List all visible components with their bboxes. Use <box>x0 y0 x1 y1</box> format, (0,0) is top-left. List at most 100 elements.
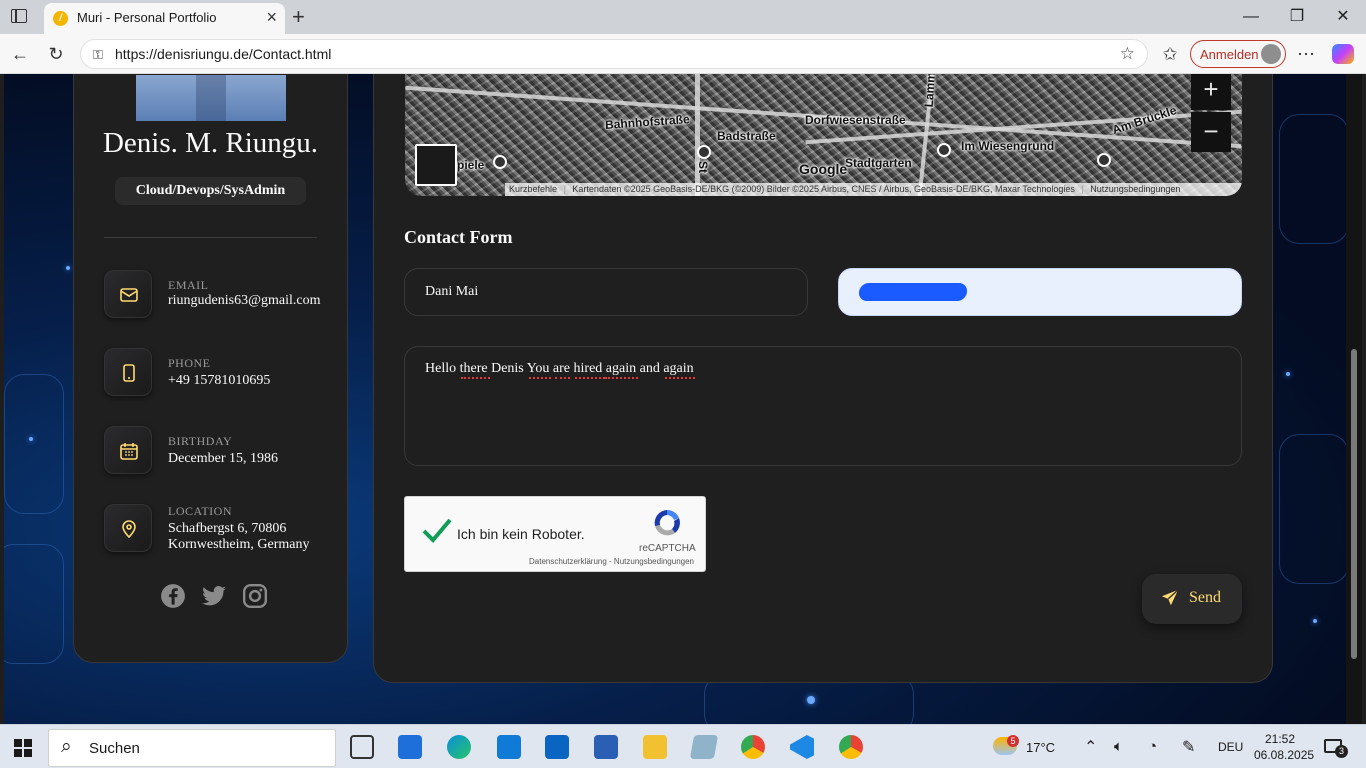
speaker-icon[interactable]: 🔈︎ <box>1114 738 1123 755</box>
background-dot <box>29 437 33 441</box>
favorite-star-icon[interactable]: ☆ <box>1120 44 1135 64</box>
copilot-icon[interactable] <box>1332 44 1354 64</box>
paper-plane-icon <box>1161 589 1179 606</box>
back-button[interactable]: ← <box>8 42 32 66</box>
url-input[interactable]: ⚿ https://denisriungu.de/Contact.html ☆ <box>80 39 1148 69</box>
map-terms-link[interactable]: Nutzungsbedingungen <box>1090 184 1180 194</box>
name-field[interactable]: Dani Mai <box>404 268 808 316</box>
map-type-thumbnail[interactable] <box>415 144 457 186</box>
new-tab-button[interactable]: + <box>292 4 305 30</box>
scrollbar-thumb[interactable] <box>1351 349 1357 659</box>
minimize-button[interactable]: — <box>1228 5 1274 29</box>
recaptcha-brand: reCAPTCHA <box>639 543 696 554</box>
map-attribution-bar: Kurzbefehle | Kartendaten ©2025 GeoBasis… <box>505 183 1242 196</box>
map-pin-icon[interactable] <box>697 145 711 159</box>
map-shortcuts-link[interactable]: Kurzbefehle <box>509 184 557 194</box>
map-pin-icon[interactable] <box>493 155 507 169</box>
google-map[interactable]: Bahnhofstraße Badstraße Dorfwiesenstraße… <box>405 74 1242 196</box>
phone-icon <box>104 348 152 396</box>
wifi-icon[interactable]: ◔ <box>1148 738 1157 755</box>
checkmark-icon[interactable] <box>421 517 453 543</box>
instagram-icon[interactable] <box>242 583 268 609</box>
profile-role-badge: Cloud/Devops/SysAdmin <box>115 177 306 205</box>
profile-name: Denis. M. Riungu. <box>102 127 319 159</box>
map-pin-icon[interactable] <box>937 143 951 157</box>
chevron-up-icon[interactable]: ⌃ <box>1084 737 1097 757</box>
chrome-profile-icon[interactable] <box>741 735 765 759</box>
task-view-icon[interactable] <box>350 735 374 759</box>
notification-count: 3 <box>1335 745 1348 758</box>
email-link[interactable]: riungudenis63@gmail.com <box>168 293 320 309</box>
recaptcha-logo-icon <box>654 510 680 536</box>
map-label: piele <box>457 158 485 172</box>
calendar-icon <box>104 426 152 474</box>
notes-app-icon[interactable] <box>689 735 719 759</box>
chrome-icon[interactable] <box>839 735 863 759</box>
pen-icon[interactable]: ✎ <box>1182 737 1195 757</box>
twitter-icon[interactable] <box>201 583 227 609</box>
spellcheck-underline <box>461 377 490 379</box>
location-label: LOCATION <box>168 504 232 518</box>
more-menu-icon[interactable]: ⋯ <box>1294 42 1318 66</box>
spellcheck-underline <box>665 377 695 379</box>
map-label: Im Wiesengrund <box>961 139 1055 153</box>
map-attribution: Kartendaten ©2025 GeoBasis-DE/BKG (©2009… <box>572 184 1075 194</box>
vscode-icon[interactable] <box>790 735 814 759</box>
facebook-icon[interactable] <box>160 583 186 609</box>
page-scrollbar[interactable] <box>1346 74 1362 724</box>
weather-temperature[interactable]: 17°C <box>1026 740 1055 755</box>
background-dot <box>1286 372 1290 376</box>
edge-browser-icon[interactable] <box>447 735 471 759</box>
tab-close-icon[interactable]: × <box>266 7 277 28</box>
profile-sidebar: Denis. M. Riungu. Cloud/Devops/SysAdmin … <box>73 74 348 663</box>
browser-tab[interactable]: / Muri - Personal Portfolio × <box>44 3 285 34</box>
phone-label: PHONE <box>168 356 211 370</box>
spellcheck-underline <box>605 377 638 379</box>
site-info-icon[interactable]: ⚿ <box>93 47 103 63</box>
recaptcha-terms-link[interactable]: Datenschutzerklärung - Nutzungsbedingung… <box>529 557 694 566</box>
background-hex <box>4 374 64 514</box>
message-field[interactable]: Hello there Denis You are hired again an… <box>404 346 1242 466</box>
background-dot <box>1313 619 1317 623</box>
spellcheck-underline <box>575 377 605 379</box>
search-icon: ⌕ <box>61 736 72 757</box>
recaptcha-widget: Ich bin kein Roboter. reCAPTCHA Datensch… <box>404 496 706 572</box>
zoom-in-button[interactable]: + <box>1191 74 1231 110</box>
email-label: EMAIL <box>168 278 209 292</box>
message-field-value: Hello there Denis You are hired again an… <box>425 361 694 376</box>
birthday-label: BIRTHDAY <box>168 434 233 448</box>
name-field-value: Dani Mai <box>425 284 479 299</box>
birthday-value: December 15, 1986 <box>168 451 279 466</box>
url-text: https://denisriungu.de/Contact.html <box>115 46 332 62</box>
windows-taskbar: ⌕ Suchen 5 17°C ⌃ 🔈︎ ◔ ✎ DEU 21:52 06.08… <box>0 724 1366 768</box>
map-label: Stadtgarten <box>845 156 912 170</box>
clock-time[interactable]: 21:52 <box>1265 732 1295 746</box>
store-icon[interactable] <box>398 735 422 759</box>
redacted-email-scribble <box>858 283 968 301</box>
clock-date[interactable]: 06.08.2025 <box>1254 748 1314 762</box>
map-label: Dorfwiesenstraße <box>805 113 906 127</box>
signin-button[interactable]: Anmelden <box>1190 40 1286 68</box>
send-button[interactable]: Send <box>1142 574 1242 624</box>
favorites-icon[interactable]: ✩ <box>1158 42 1182 66</box>
file-explorer-icon[interactable] <box>643 735 667 759</box>
restore-button[interactable]: ❐ <box>1274 5 1320 29</box>
tab-actions-icon[interactable] <box>11 9 27 23</box>
contact-form-title: Contact Form <box>404 227 513 247</box>
word-icon[interactable] <box>594 735 618 759</box>
outlook-icon[interactable] <box>545 735 569 759</box>
close-window-button[interactable]: ✕ <box>1320 5 1366 29</box>
refresh-button[interactable]: ↻ <box>44 42 68 66</box>
windows-start-icon[interactable] <box>14 739 32 757</box>
taskbar-search-box[interactable]: ⌕ Suchen <box>48 729 336 767</box>
input-language[interactable]: DEU <box>1218 740 1243 754</box>
contact-main-card: Bahnhofstraße Badstraße Dorfwiesenstraße… <box>373 74 1273 683</box>
email-field[interactable] <box>838 268 1242 316</box>
phone-link[interactable]: +49 15781010695 <box>168 373 270 389</box>
map-label: St <box>696 161 710 173</box>
map-pin-icon[interactable] <box>1097 153 1111 167</box>
zoom-out-button[interactable]: − <box>1191 112 1231 152</box>
app-icon[interactable] <box>497 735 521 759</box>
background-hex <box>1279 434 1349 584</box>
site-favicon-icon: / <box>53 11 68 26</box>
